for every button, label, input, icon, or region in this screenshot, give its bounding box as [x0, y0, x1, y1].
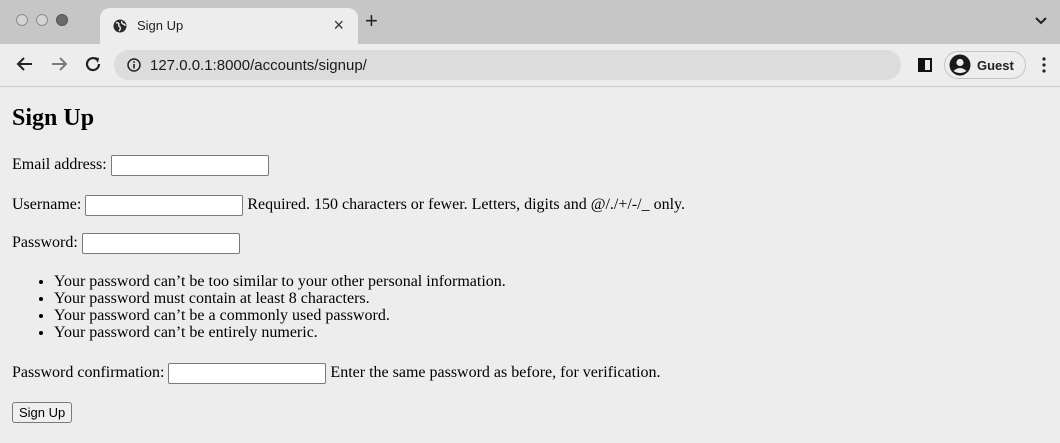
username-label: Username: — [12, 196, 82, 213]
list-item: Your password can’t be entirely numeric. — [54, 324, 506, 341]
chevron-down-icon[interactable] — [1034, 13, 1048, 27]
password-confirmation-helptext: Enter the same password as before, for v… — [330, 364, 661, 381]
back-arrow-icon[interactable] — [16, 55, 34, 73]
email-row: Email address: — [12, 154, 269, 176]
tab-sign-up[interactable]: Sign Up × — [100, 8, 358, 44]
profile-label: Guest — [977, 58, 1014, 73]
page-content: Sign Up Email address: Username: Require… — [0, 87, 1060, 443]
password-confirmation-row: Password confirmation: Enter the same pa… — [12, 362, 661, 384]
list-item: Your password must contain at least 8 ch… — [54, 290, 506, 307]
profile-button[interactable]: Guest — [944, 51, 1026, 79]
tab-title: Sign Up — [137, 18, 184, 33]
side-panel-icon[interactable] — [918, 58, 932, 72]
password-rules-list: Your password can’t be too similar to yo… — [0, 273, 506, 341]
browser-toolbar: 127.0.0.1:8000/accounts/signup/ Guest — [0, 44, 1060, 87]
window-close-button[interactable] — [16, 14, 28, 26]
tab-strip: Sign Up × + — [0, 0, 1060, 44]
password-confirmation-label: Password confirmation: — [12, 364, 165, 381]
username-helptext: Required. 150 characters or fewer. Lette… — [247, 196, 686, 213]
new-tab-button[interactable]: + — [365, 9, 378, 33]
password-confirmation-field[interactable] — [168, 362, 327, 384]
email-label: Email address: — [12, 156, 107, 173]
avatar-icon — [949, 54, 971, 76]
page-title: Sign Up — [12, 105, 95, 131]
forward-arrow-icon[interactable] — [50, 55, 68, 73]
window-zoom-button[interactable] — [56, 14, 68, 26]
address-bar[interactable]: 127.0.0.1:8000/accounts/signup/ — [114, 50, 901, 80]
password-row: Password: — [12, 232, 240, 254]
password-field[interactable] — [81, 232, 240, 254]
username-row: Username: Required. 150 characters or fe… — [12, 194, 685, 216]
info-icon[interactable] — [127, 58, 141, 72]
url-text: 127.0.0.1:8000/accounts/signup/ — [150, 57, 367, 74]
kebab-menu-icon[interactable] — [1041, 57, 1047, 73]
globe-icon — [113, 19, 127, 33]
sign-up-button[interactable]: Sign Up — [12, 402, 73, 423]
password-label: Password: — [12, 234, 78, 251]
window-minimize-button[interactable] — [36, 14, 48, 26]
reload-icon[interactable] — [84, 55, 102, 73]
email-field[interactable] — [110, 154, 269, 176]
tab-close-button[interactable]: × — [333, 15, 344, 35]
username-field[interactable] — [85, 194, 244, 216]
list-item: Your password can’t be too similar to yo… — [54, 273, 506, 290]
list-item: Your password can’t be a commonly used p… — [54, 307, 506, 324]
